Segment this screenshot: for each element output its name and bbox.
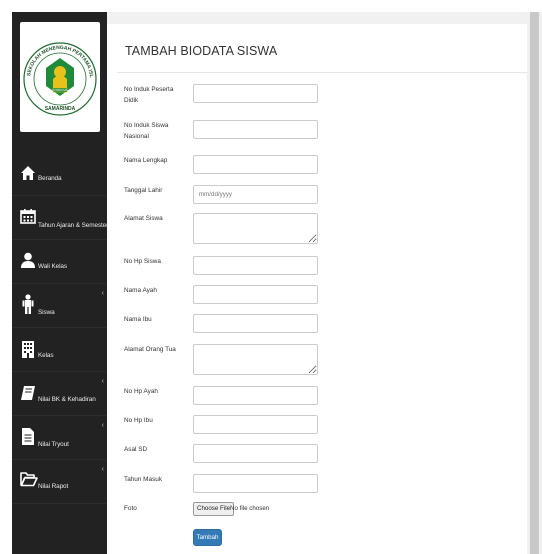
sidebar-item-tahun-ajaran[interactable]: Tahun Ajaran & Semester: [12, 196, 109, 240]
nama-ayah-input[interactable]: [193, 285, 318, 304]
tambah-submit-button[interactable]: Tambah: [193, 529, 222, 546]
book-icon: [20, 385, 36, 403]
asal-sd-input[interactable]: [193, 444, 318, 463]
sidebar-item-wali-kelas[interactable]: Wali Kelas: [12, 240, 107, 284]
top-bar: [107, 12, 527, 24]
scrollbar-thumb[interactable]: [530, 12, 539, 554]
alamat-orang-tua-textarea[interactable]: [193, 344, 318, 375]
label-nama-ibu: Nama Ibu: [124, 316, 152, 323]
label-nama-lengkap: Nama Lengkap: [124, 157, 168, 164]
nisn-input[interactable]: [193, 120, 318, 139]
building-icon: [20, 340, 36, 358]
no-hp-ayah-input[interactable]: [193, 386, 318, 405]
tanggal-lahir-date-input[interactable]: [193, 185, 318, 204]
user-icon: [20, 252, 36, 270]
calendar-icon: [20, 208, 36, 226]
no-hp-siswa-input[interactable]: [193, 256, 318, 275]
folder-open-icon: [20, 471, 38, 489]
sidebar-item-nilai-rapot[interactable]: Nilai Rapot ‹: [12, 460, 107, 504]
expand-caret-icon: ‹: [101, 466, 104, 473]
no-hp-ibu-input[interactable]: [193, 415, 318, 434]
sidebar-item-label: Nilai Rapot: [38, 483, 69, 490]
sidebar-item-label: Wali Kelas: [38, 263, 67, 270]
child-icon: [20, 294, 36, 314]
page-scrollbar[interactable]: [527, 12, 542, 554]
label-tanggal-lahir: Tanggal Lahir: [124, 187, 163, 194]
logo-bottom-text: SAMARINDA: [45, 106, 76, 112]
label-no-hp-ayah: No Hp Ayah: [124, 388, 158, 395]
label-no-hp-ibu: No Hp Ibu: [124, 417, 153, 424]
sidebar-item-label: Nilai Tryout: [38, 441, 69, 448]
sidebar-item-nilai-tryout[interactable]: Nilai Tryout ‹: [12, 416, 107, 460]
home-icon: [20, 165, 36, 183]
label-no-induk-siswa-nasional: No Induk Siswa Nasional: [124, 122, 169, 140]
expand-caret-icon: ‹: [101, 378, 104, 385]
expand-caret-icon: ‹: [101, 290, 104, 297]
sidebar-item-label: Tahun Ajaran & Semester: [38, 222, 109, 229]
sidebar-item-kelas[interactable]: Kelas: [12, 328, 107, 372]
tahun-masuk-input[interactable]: [193, 474, 318, 493]
label-no-hp-siswa: No Hp Siswa: [124, 258, 161, 265]
sidebar: SEKOLAH MENENGAH PERTAMA ISLAM TERPADU C…: [12, 12, 109, 554]
file-icon: [20, 427, 36, 445]
alamat-siswa-textarea[interactable]: [193, 213, 318, 244]
label-foto: Foto: [124, 505, 137, 512]
label-no-induk-peserta-didik: No Induk Peserta Didik: [124, 86, 174, 104]
label-tahun-masuk: Tahun Masuk: [124, 476, 163, 483]
sidebar-item-siswa[interactable]: Siswa ‹: [12, 284, 107, 328]
sidebar-item-label: Siswa: [38, 309, 55, 316]
expand-caret-icon: ‹: [101, 422, 104, 429]
sidebar-item-label: Nilai BK & Kehadiran: [38, 396, 96, 403]
label-asal-sd: Asal SD: [124, 446, 148, 453]
sidebar-item-label: Beranda: [38, 175, 62, 182]
label-alamat-siswa: Alamat Siswa: [124, 215, 163, 222]
label-nama-ayah: Nama Ayah: [124, 287, 157, 294]
no-induk-peserta-didik-input[interactable]: [193, 84, 318, 103]
sidebar-item-beranda[interactable]: Beranda: [12, 152, 107, 196]
label-alamat-orang-tua: Alamat Orang Tua: [124, 346, 176, 353]
title-divider: [117, 72, 527, 73]
sidebar-item-label: Kelas: [38, 352, 54, 359]
nama-ibu-input[interactable]: [193, 314, 318, 333]
page-title: TAMBAH BIODATA SISWA: [125, 44, 278, 58]
logo-center-text: CORDOVA: [53, 88, 68, 92]
sidebar-item-nilai-bk[interactable]: Nilai BK & Kehadiran ‹: [12, 372, 107, 416]
school-logo: SEKOLAH MENENGAH PERTAMA ISLAM TERPADU C…: [20, 22, 100, 132]
choose-file-button[interactable]: Choose File: [193, 502, 235, 516]
nama-lengkap-input[interactable]: [193, 155, 318, 174]
file-status-text: No file chosen: [230, 505, 270, 512]
